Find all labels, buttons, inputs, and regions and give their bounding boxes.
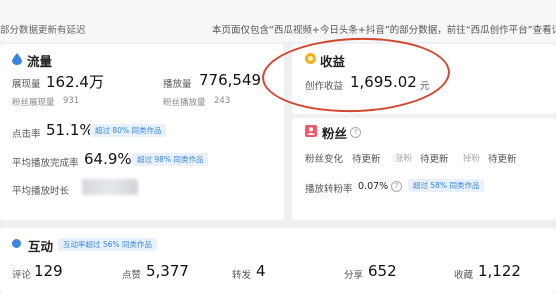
fan-plays-value: 243 <box>214 96 231 106</box>
completion-rate-badge: 超过 98% 同类作品 <box>132 153 209 166</box>
data-scope-notice[interactable]: 本页面仅包含“西瓜视频+今日头条+抖音”的部分数据，前往“西瓜创作平台”查看详细… <box>212 22 556 36</box>
droplet-icon <box>12 53 22 65</box>
person-icon <box>305 125 317 137</box>
fan-plays-label: 粉丝播放量 <box>163 98 206 108</box>
comments-label: 评论 <box>12 270 32 281</box>
fans-gain-label: 涨粉 <box>395 154 413 164</box>
play-to-fan-rate-badge: 超过 58% 同类作品 <box>408 179 485 192</box>
update-delay-notice: 部分数据更新有延迟 <box>0 25 86 36</box>
completion-rate-label: 平均播放完成率 <box>12 158 79 169</box>
fans-loss-label: 掉粉 <box>463 154 481 164</box>
favorites-label: 收藏 <box>454 270 474 281</box>
likes-label: 点赞 <box>122 270 142 281</box>
plays-label: 播放量 <box>163 79 192 90</box>
reposts-value: 4 <box>256 262 266 280</box>
dot-icon <box>12 239 21 248</box>
play-to-fan-rate-label: 播放转粉率 <box>305 184 353 195</box>
fan-impressions-label: 粉丝展现量 <box>12 98 55 108</box>
interaction-badge: 互动率超过 56% 同类作品 <box>58 238 157 251</box>
fans-help-icon[interactable]: ? <box>350 127 361 138</box>
impressions-value: 162.4万 <box>46 73 104 91</box>
play-to-fan-rate-value: 0.07% <box>358 181 389 192</box>
interaction-title: 互动 <box>28 239 54 254</box>
fans-loss-value: 待更新 <box>488 154 517 165</box>
fans-gain-value: 待更新 <box>420 154 449 165</box>
impressions-label: 展现量 <box>12 79 41 90</box>
conversion-help-icon[interactable]: ? <box>391 181 402 192</box>
favorites-value: 1,122 <box>478 262 521 280</box>
fan-impressions-value: 931 <box>63 96 80 106</box>
share-label: 分享 <box>344 270 364 281</box>
ctr-badge: 超过 80% 同类作品 <box>90 124 167 137</box>
ctr-value: 51.1% <box>46 121 94 139</box>
traffic-title: 流量 <box>27 54 53 69</box>
completion-rate-value: 64.9% <box>84 150 132 168</box>
reposts-label: 转发 <box>232 270 252 281</box>
comments-value: 129 <box>34 262 63 280</box>
share-value: 652 <box>368 262 397 280</box>
ctr-label: 点击率 <box>12 129 41 140</box>
notice-bar: 部分数据更新有延迟 本页面仅包含“西瓜视频+今日头条+抖音”的部分数据，前往“西… <box>0 0 556 42</box>
likes-value: 5,377 <box>146 262 189 280</box>
fans-change-value: 待更新 <box>352 154 381 165</box>
fans-change-label: 粉丝变化 <box>305 154 344 165</box>
fans-title: 粉丝 <box>322 126 348 141</box>
avg-duration-label: 平均播放时长 <box>12 186 70 197</box>
avg-duration-value-obscured <box>82 179 138 195</box>
plays-value: 776,549 <box>199 71 262 89</box>
